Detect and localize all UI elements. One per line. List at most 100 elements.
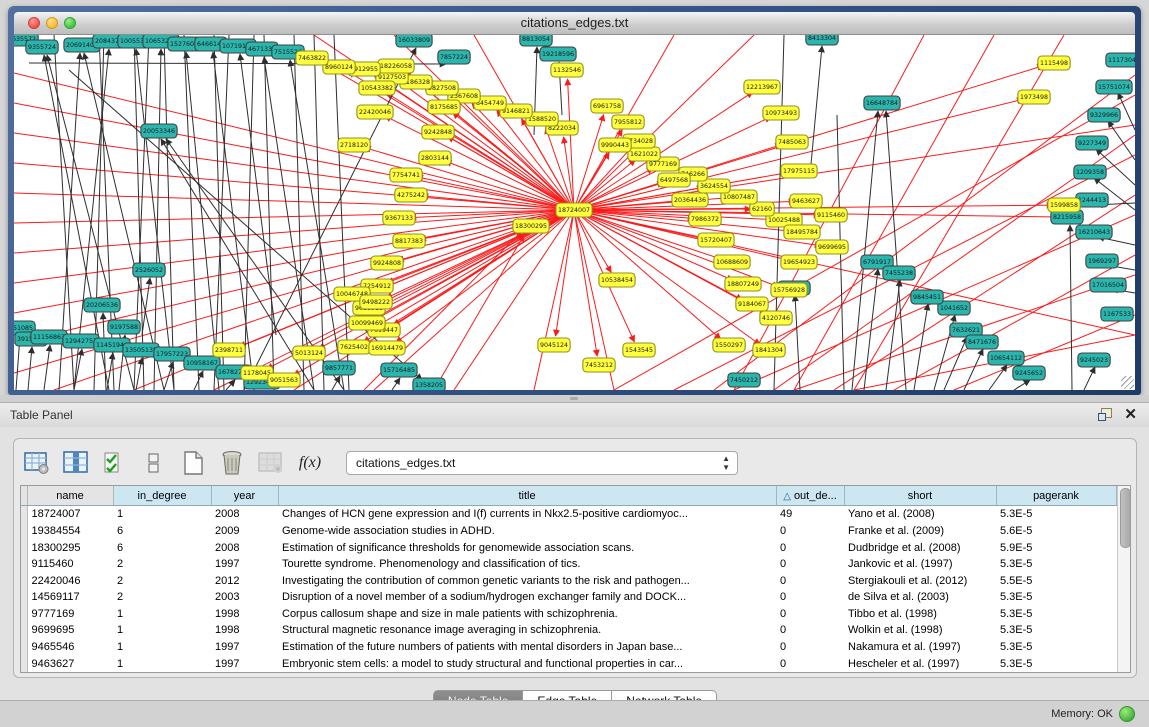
- graph-node[interactable]: 7986372: [689, 212, 721, 226]
- graph-node[interactable]: 1358205: [413, 378, 445, 390]
- graph-edge[interactable]: [240, 54, 276, 335]
- table-cell[interactable]: 5.3E-5: [996, 622, 1116, 639]
- table-cell[interactable]: 0: [776, 556, 844, 573]
- graph-edge[interactable]: [14, 133, 574, 210]
- table-cell[interactable]: Disruption of a novel member of a sodium…: [278, 589, 776, 606]
- table-row[interactable]: 946362711997Embryonic stem cells: a mode…: [21, 655, 1116, 672]
- graph-node[interactable]: 7453212: [583, 358, 615, 372]
- table-cell[interactable]: 2009: [211, 523, 278, 540]
- graph-node[interactable]: 18300295: [513, 219, 549, 233]
- graph-node[interactable]: 10543382: [359, 81, 395, 95]
- scrollbar-thumb[interactable]: [1120, 488, 1131, 548]
- graph-edge[interactable]: [1084, 367, 1095, 390]
- graph-node[interactable]: 20364436: [672, 193, 708, 207]
- graph-edge[interactable]: [1014, 380, 1030, 390]
- graph-node[interactable]: 12213967: [744, 80, 780, 94]
- graph-edge[interactable]: [264, 57, 314, 390]
- graph-node[interactable]: 9227349: [1076, 136, 1108, 150]
- graph-edge[interactable]: [448, 136, 574, 210]
- show-column-icon[interactable]: [61, 448, 91, 478]
- graph-edge[interactable]: [290, 60, 344, 390]
- graph-edge[interactable]: [574, 210, 611, 272]
- graph-node[interactable]: 7455238: [883, 266, 915, 280]
- graph-node[interactable]: 7485063: [776, 135, 808, 149]
- table-cell[interactable]: Hescheler et al. (1997): [844, 655, 996, 672]
- graph-node[interactable]: 7857224: [438, 50, 470, 64]
- delete-column-icon[interactable]: [217, 448, 247, 478]
- table-cell[interactable]: 0: [776, 572, 844, 589]
- table-row[interactable]: 1456911722003Disruption of a novel membe…: [21, 589, 1116, 606]
- graph-edge[interactable]: [136, 358, 142, 390]
- graph-edge[interactable]: [214, 35, 229, 390]
- graph-node[interactable]: 9845451: [911, 290, 943, 304]
- graph-node[interactable]: 8471676: [966, 335, 998, 349]
- table-cell[interactable]: 0: [776, 606, 844, 623]
- table-cell[interactable]: 0: [776, 589, 844, 606]
- graph-node[interactable]: 15716485: [381, 363, 417, 377]
- graph-node[interactable]: 11156863: [31, 330, 67, 344]
- graph-node[interactable]: 2526052: [133, 263, 165, 277]
- window-title-bar[interactable]: citations_edges.txt: [14, 12, 1135, 35]
- table-cell[interactable]: 0: [776, 639, 844, 656]
- graph-node[interactable]: 1117304: [1106, 53, 1135, 67]
- graph-node[interactable]: 7463822: [296, 51, 328, 65]
- graph-node[interactable]: 16914479: [369, 341, 405, 355]
- graph-node[interactable]: 1599858: [1048, 198, 1080, 212]
- table-row[interactable]: 946554611997Estimation of the future num…: [21, 639, 1116, 656]
- graph-node[interactable]: 9242848: [422, 125, 454, 139]
- table-cell[interactable]: 49: [776, 506, 844, 523]
- graph-node[interactable]: 9184067: [736, 297, 768, 311]
- table-cell[interactable]: 5.6E-5: [996, 523, 1116, 540]
- table-cell[interactable]: 1998: [211, 622, 278, 639]
- graph-node[interactable]: 10099469: [349, 316, 385, 330]
- table-cell[interactable]: 1997: [211, 655, 278, 672]
- graph-node[interactable]: 9463627: [790, 194, 822, 208]
- table-row[interactable]: 977716911998Corpus callosum shape and si…: [21, 606, 1116, 623]
- table-cell[interactable]: 2: [113, 589, 211, 606]
- graph-node[interactable]: 9699695: [816, 240, 848, 254]
- graph-edge[interactable]: [852, 111, 878, 390]
- graph-node[interactable]: 15720407: [698, 233, 734, 247]
- graph-edge[interactable]: [556, 210, 574, 336]
- table-cell[interactable]: 5.3E-5: [996, 639, 1116, 656]
- graph-edge[interactable]: [392, 378, 400, 390]
- graph-node[interactable]: 7955812: [612, 115, 644, 129]
- table-row[interactable]: 1872400712008Changes of HCN gene express…: [21, 506, 1116, 523]
- graph-node[interactable]: 1209358: [1074, 165, 1106, 179]
- table-cell[interactable]: 9699695: [27, 622, 113, 639]
- graph-node[interactable]: 9924808: [371, 256, 403, 270]
- table-cell[interactable]: 0: [776, 655, 844, 672]
- graph-node[interactable]: 4275242: [395, 188, 427, 202]
- graph-node[interactable]: 16210643: [1076, 225, 1112, 239]
- graph-node[interactable]: 9051563: [268, 373, 300, 387]
- graph-node[interactable]: 9329966: [1088, 108, 1120, 122]
- graph-edge[interactable]: [244, 35, 254, 390]
- table-cell[interactable]: 18300295: [27, 539, 113, 556]
- graph-edge[interactable]: [164, 362, 173, 390]
- graph-node[interactable]: 18226058: [378, 59, 414, 73]
- graph-node[interactable]: 17975115: [781, 164, 817, 178]
- graph-edge[interactable]: [14, 193, 574, 210]
- graph-node[interactable]: 10538454: [599, 273, 635, 287]
- table-cell[interactable]: 14569117: [27, 589, 113, 606]
- graph-node[interactable]: 20206536: [84, 298, 120, 312]
- graph-edge[interactable]: [14, 210, 574, 343]
- function-builder-icon[interactable]: f(x): [295, 448, 325, 478]
- table-cell[interactable]: 1997: [211, 556, 278, 573]
- graph-edge[interactable]: [454, 210, 574, 390]
- graph-node[interactable]: 2803144: [419, 151, 451, 165]
- table-cell[interactable]: 6: [113, 523, 211, 540]
- table-row[interactable]: 1938455462009Genome-wide association stu…: [21, 523, 1116, 540]
- graph-node[interactable]: 10958167: [184, 356, 220, 370]
- panel-splitter[interactable]: [0, 395, 1149, 402]
- graph-edge[interactable]: [574, 210, 597, 356]
- table-cell[interactable]: 0: [776, 539, 844, 556]
- graph-node[interactable]: 6497568: [658, 173, 690, 187]
- table-cell[interactable]: 2: [113, 572, 211, 589]
- graph-edge[interactable]: [574, 210, 1135, 335]
- column-header-out-de-[interactable]: △out_de...: [776, 486, 844, 506]
- table-cell[interactable]: Estimation of significance thresholds fo…: [278, 539, 776, 556]
- graph-node[interactable]: 10654112: [988, 351, 1024, 365]
- graph-edge[interactable]: [886, 111, 906, 390]
- graph-node[interactable]: 4120746: [760, 311, 792, 325]
